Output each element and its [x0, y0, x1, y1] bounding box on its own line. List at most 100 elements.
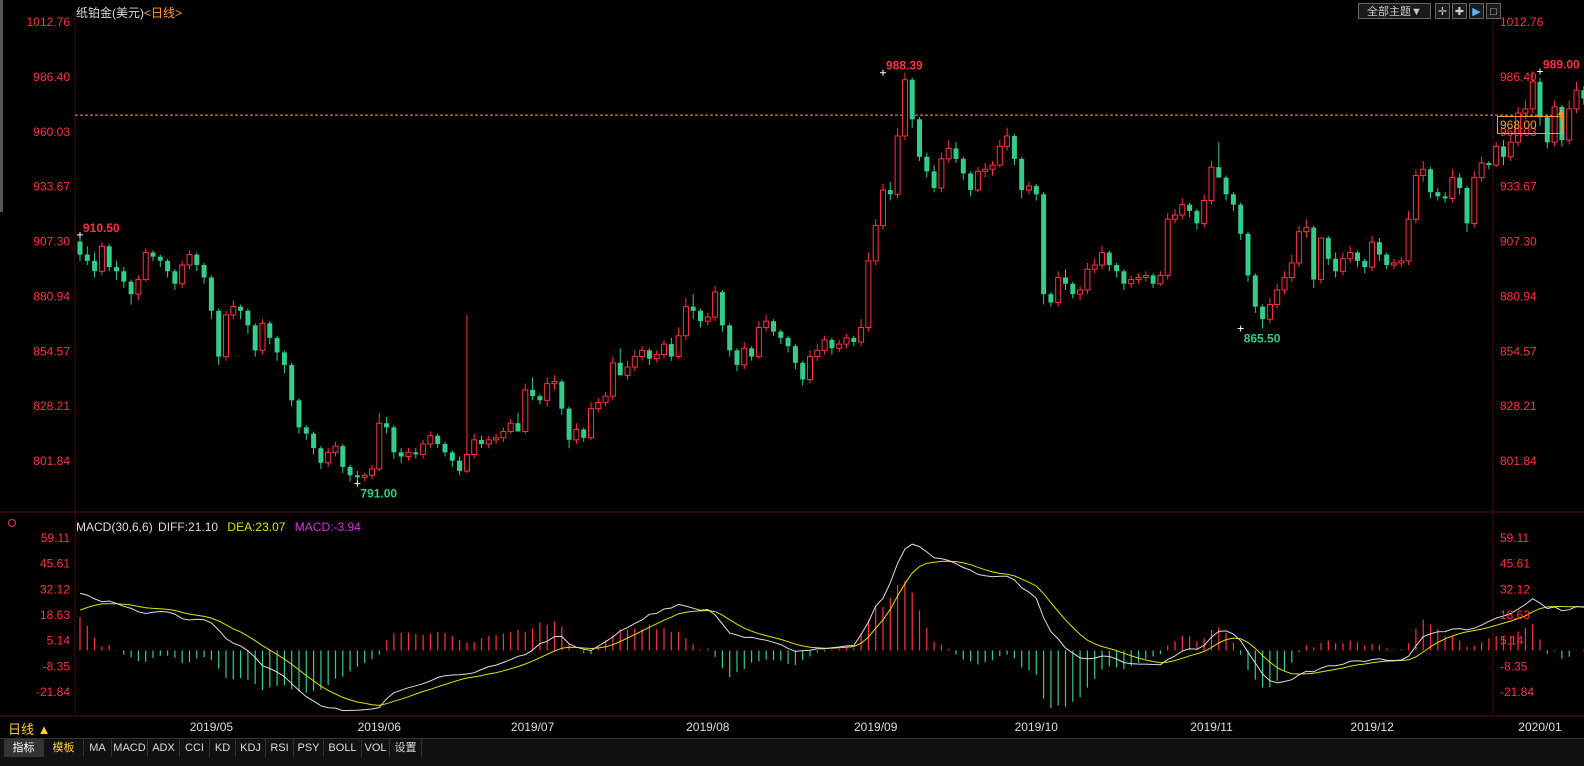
candle-body: [384, 423, 389, 427]
crosshair-icon[interactable]: ✛: [1435, 3, 1450, 19]
candle-body: [742, 348, 747, 365]
indicator-tab[interactable]: PSY: [294, 739, 324, 757]
theme-select[interactable]: 全部主题▼: [1358, 3, 1431, 19]
indicator-tab[interactable]: VOL: [362, 739, 390, 757]
candle: [749, 346, 754, 361]
candle-body: [348, 467, 353, 475]
candle-body: [662, 344, 667, 354]
macd-histogram: [80, 581, 1584, 708]
candle-body: [1377, 242, 1382, 254]
candle: [1216, 142, 1221, 177]
candle: [1180, 198, 1185, 219]
indicator-tab[interactable]: KD: [210, 739, 236, 757]
candle: [516, 413, 521, 432]
indicator-tab[interactable]: 模板: [44, 739, 84, 757]
indicator-tab[interactable]: BOLL: [324, 739, 362, 757]
low-price-label: 865.50: [1244, 332, 1281, 346]
candle-body: [618, 363, 623, 375]
candle-body: [187, 255, 192, 265]
candle-body: [508, 423, 513, 431]
indicator-tab[interactable]: KDJ: [236, 739, 266, 757]
candle-body: [1421, 169, 1426, 175]
macd-tick-label-right: 45.61: [1500, 557, 1530, 571]
candle: [530, 377, 535, 400]
candle: [859, 319, 864, 346]
candle: [370, 465, 375, 480]
candle-body: [1078, 290, 1083, 294]
candle-body: [749, 348, 754, 356]
candle-body: [121, 271, 126, 281]
candle: [1078, 286, 1083, 301]
candle: [78, 235, 83, 261]
candle-body: [640, 350, 645, 356]
candle: [1107, 250, 1112, 271]
candle: [866, 253, 871, 332]
price-tick-label-right: 880.94: [1500, 289, 1537, 303]
candle-body: [1362, 261, 1367, 267]
candle: [1406, 211, 1411, 265]
candle-body: [917, 119, 922, 156]
candle: [983, 163, 988, 178]
candle: [1326, 236, 1331, 265]
period-tab-label: 日线 ▲: [8, 722, 50, 737]
candle: [756, 321, 761, 358]
candle-body: [1194, 211, 1199, 223]
candle: [1100, 246, 1105, 269]
period-tab[interactable]: 日线 ▲: [8, 722, 72, 738]
play-icon[interactable]: ▶: [1469, 3, 1484, 19]
candle: [1048, 292, 1053, 307]
macd-name: MACD(30,6,6): [76, 520, 153, 534]
candle: [1246, 232, 1251, 282]
candle: [267, 321, 272, 344]
candle: [348, 465, 353, 482]
candle-body: [370, 469, 375, 475]
candle: [1370, 236, 1375, 271]
candle-body: [698, 311, 703, 321]
macd-diff: DIFF:21.10: [158, 520, 218, 534]
candle-body: [1311, 228, 1316, 280]
macd-value: MACD:-3.94: [295, 520, 361, 534]
candle: [1472, 171, 1477, 227]
indicator-tab[interactable]: ADX: [148, 739, 180, 757]
indicator-tab[interactable]: 设置: [390, 739, 422, 757]
candle: [1194, 209, 1199, 230]
candle: [778, 330, 783, 345]
date-tick-label: 2019/09: [854, 720, 898, 734]
candle: [727, 323, 732, 356]
candle: [282, 350, 287, 373]
candle: [413, 448, 418, 458]
candle: [1027, 182, 1032, 194]
candle-body: [333, 446, 338, 452]
indicator-tab[interactable]: CCI: [180, 739, 210, 757]
indicator-tab[interactable]: 指标: [4, 739, 44, 757]
candle: [1428, 167, 1433, 198]
candle: [311, 432, 316, 455]
candle-body: [1450, 178, 1455, 199]
candle-body: [1012, 136, 1017, 159]
candle: [961, 157, 966, 180]
price-tick-label-left: 1012.76: [27, 15, 71, 29]
chart-canvas[interactable]: 1012.761012.76986.40986.40960.03960.0393…: [0, 0, 1584, 765]
candle: [1486, 161, 1491, 169]
indicator-settings-icon[interactable]: [8, 519, 16, 527]
indicator-tab[interactable]: RSI: [266, 739, 294, 757]
candle: [165, 259, 170, 278]
candlestick-series: [78, 71, 1584, 483]
candle: [340, 444, 345, 473]
candle: [968, 171, 973, 196]
candle: [421, 440, 426, 459]
candle-body: [472, 440, 477, 455]
price-tick-label-left: 933.67: [33, 180, 70, 194]
indicator-tab[interactable]: MACD: [112, 739, 148, 757]
date-tick-label: 2019/05: [190, 720, 234, 734]
candle-body: [92, 261, 97, 271]
indicator-tab[interactable]: MA: [84, 739, 112, 757]
candle-body: [275, 338, 280, 353]
candle: [1465, 186, 1470, 232]
instrument-name: 纸铂金(美元): [76, 6, 144, 20]
candle-body: [1121, 271, 1126, 283]
square-icon[interactable]: □: [1486, 3, 1501, 19]
crosshair-alt-icon[interactable]: ✚: [1452, 3, 1467, 19]
candle: [238, 305, 243, 320]
candle-body: [355, 475, 360, 477]
